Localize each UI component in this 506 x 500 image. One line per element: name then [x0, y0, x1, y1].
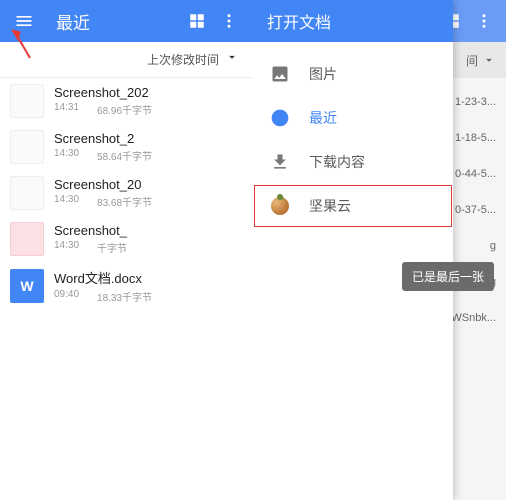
chevron-down-icon	[225, 50, 239, 69]
file-size: 83.68千字节	[97, 194, 152, 209]
drawer-list: 图片最近下载内容坚果云	[253, 42, 453, 238]
appbar-title: 最近	[56, 9, 181, 34]
sort-label: 上次修改时间	[147, 51, 219, 68]
file-row[interactable]: W Word文档.docx 09:40 18.33千字节	[0, 262, 253, 310]
recent-icon	[269, 107, 291, 129]
image-thumbnail	[10, 130, 44, 164]
drawer-item-recent[interactable]: 最近	[253, 96, 453, 140]
file-size: 68.96千字节	[97, 102, 152, 117]
file-time: 14:30	[54, 240, 79, 255]
appbar: 最近	[0, 0, 253, 42]
file-name: Screenshot_20	[54, 177, 241, 192]
file-time: 14:31	[54, 102, 79, 117]
grid-view-icon[interactable]	[181, 5, 213, 37]
drawer-item-nut[interactable]: 坚果云	[253, 184, 453, 228]
image-thumbnail	[10, 176, 44, 210]
file-name: Word文档.docx	[54, 268, 241, 287]
toast-message: 已是最后一张	[402, 262, 494, 291]
file-time: 14:30	[54, 148, 79, 163]
sort-bar[interactable]: 上次修改时间	[0, 42, 253, 78]
drawer-title: 打开文档	[253, 0, 453, 42]
file-row[interactable]: Screenshot_202 14:31 68.96千字节	[0, 78, 253, 124]
file-name: Screenshot_	[54, 223, 241, 238]
menu-icon[interactable]	[8, 5, 40, 37]
nut-icon	[269, 195, 291, 217]
image-thumbnail	[10, 222, 44, 256]
drawer-item-label: 下载内容	[309, 152, 365, 172]
drawer-item-download[interactable]: 下载内容	[253, 140, 453, 184]
file-time: 09:40	[54, 289, 79, 304]
word-doc-icon: W	[10, 269, 44, 303]
download-icon	[269, 151, 291, 173]
open-document-panel: 间 1-23-3...1-18-5...0-44-5...0-37-5...gg…	[253, 0, 506, 500]
file-name: Screenshot_202	[54, 85, 241, 100]
file-time: 14:30	[54, 194, 79, 209]
file-name: Screenshot_2	[54, 131, 241, 146]
file-row[interactable]: Screenshot_2 14:30 58.64千字节	[0, 124, 253, 170]
image-thumbnail	[10, 84, 44, 118]
more-icon[interactable]	[468, 5, 500, 37]
file-row[interactable]: Screenshot_20 14:30 83.68千字节	[0, 170, 253, 216]
more-icon[interactable]	[213, 5, 245, 37]
drawer-item-label: 坚果云	[309, 196, 351, 216]
recent-files-panel: 最近 上次修改时间 Screenshot_20214:3168.96千字节Scr…	[0, 0, 253, 500]
file-row[interactable]: Screenshot_ 14:30 千字节	[0, 216, 253, 262]
file-list: Screenshot_202 14:31 68.96千字节 Screenshot_2 1…	[0, 78, 253, 310]
drawer-item-image[interactable]: 图片	[253, 52, 453, 96]
drawer-item-label: 图片	[309, 64, 337, 84]
file-size: 千字节	[97, 240, 127, 255]
file-size: 58.64千字节	[97, 148, 152, 163]
nav-drawer: 打开文档 图片最近下载内容坚果云	[253, 0, 453, 500]
drawer-item-label: 最近	[309, 108, 337, 128]
image-icon	[269, 63, 291, 85]
file-size: 18.33千字节	[97, 289, 152, 304]
